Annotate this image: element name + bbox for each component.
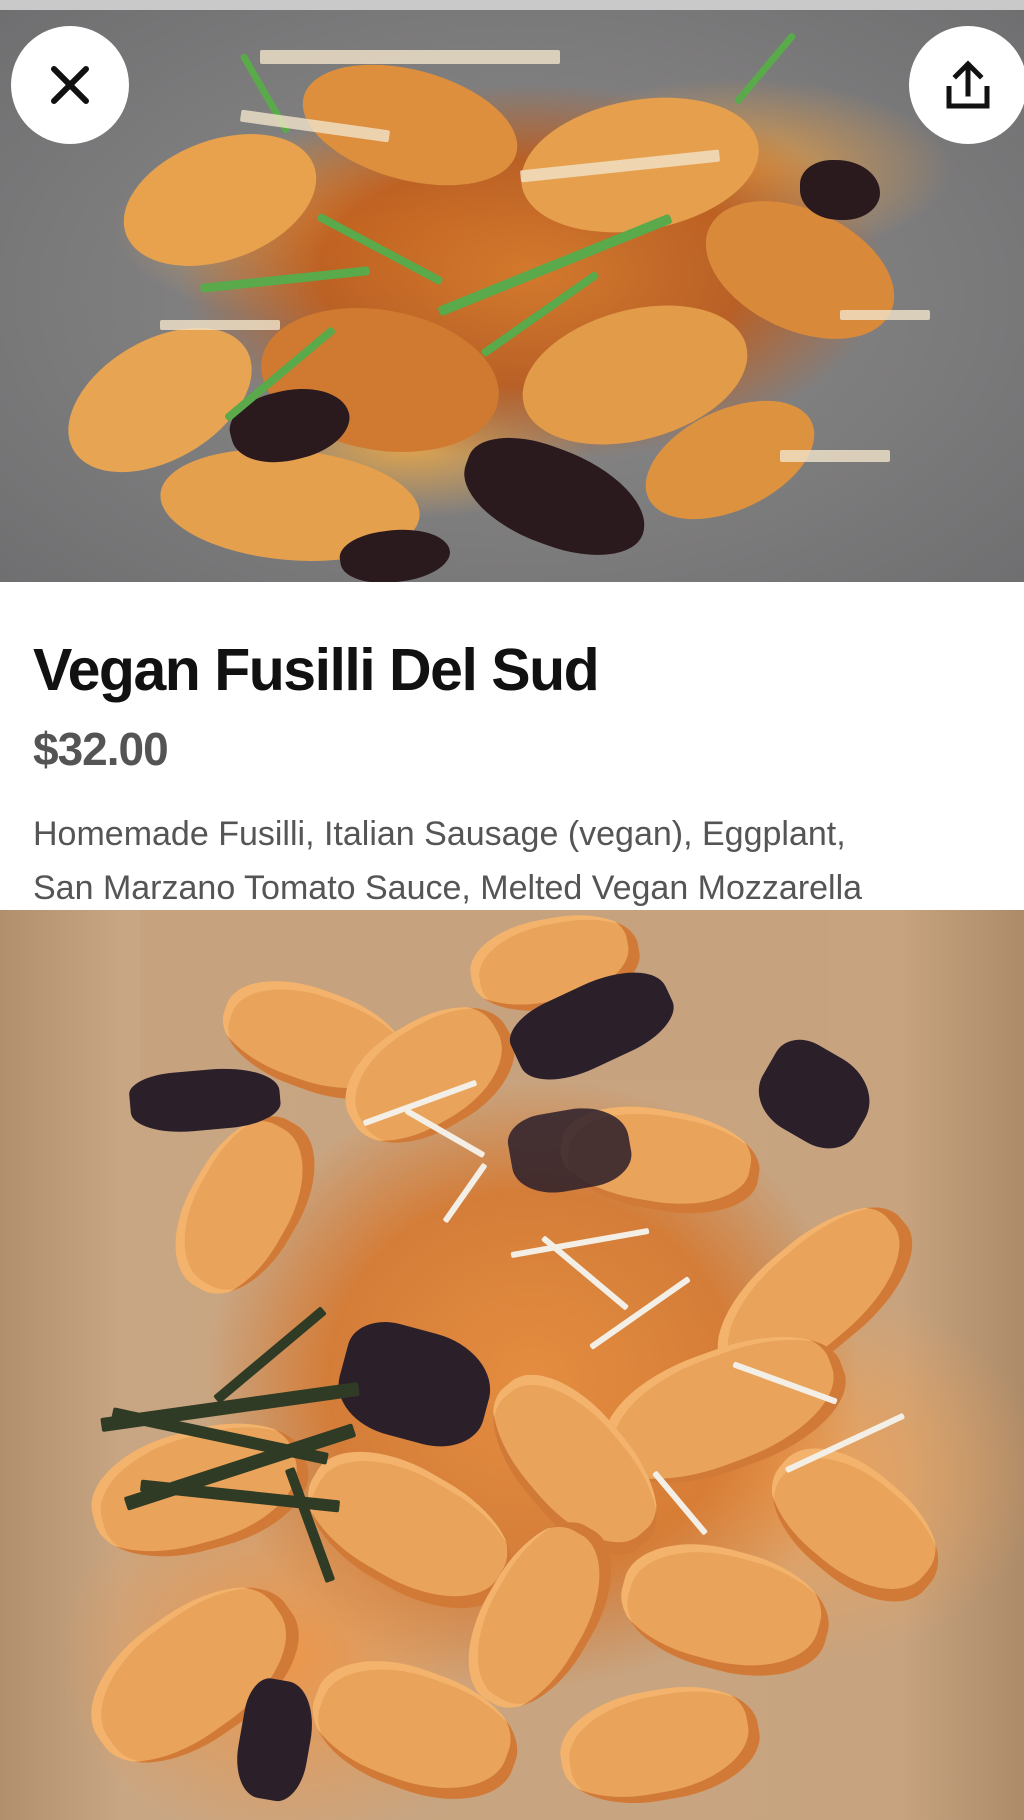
item-hero-photo xyxy=(0,10,1024,582)
item-price: $32.00 xyxy=(33,723,169,775)
share-button[interactable] xyxy=(909,26,1024,144)
item-details: Vegan Fusilli Del Sud $32.00 Homemade Fu… xyxy=(0,582,1024,910)
item-title: Vegan Fusilli Del Sud xyxy=(33,637,600,703)
close-button[interactable] xyxy=(11,26,129,144)
share-icon xyxy=(946,60,990,109)
close-icon xyxy=(51,66,89,104)
top-strip xyxy=(0,0,1024,10)
item-description: Homemade Fusilli, Italian Sausage (vegan… xyxy=(33,815,863,907)
item-photo-secondary xyxy=(0,910,1024,1820)
